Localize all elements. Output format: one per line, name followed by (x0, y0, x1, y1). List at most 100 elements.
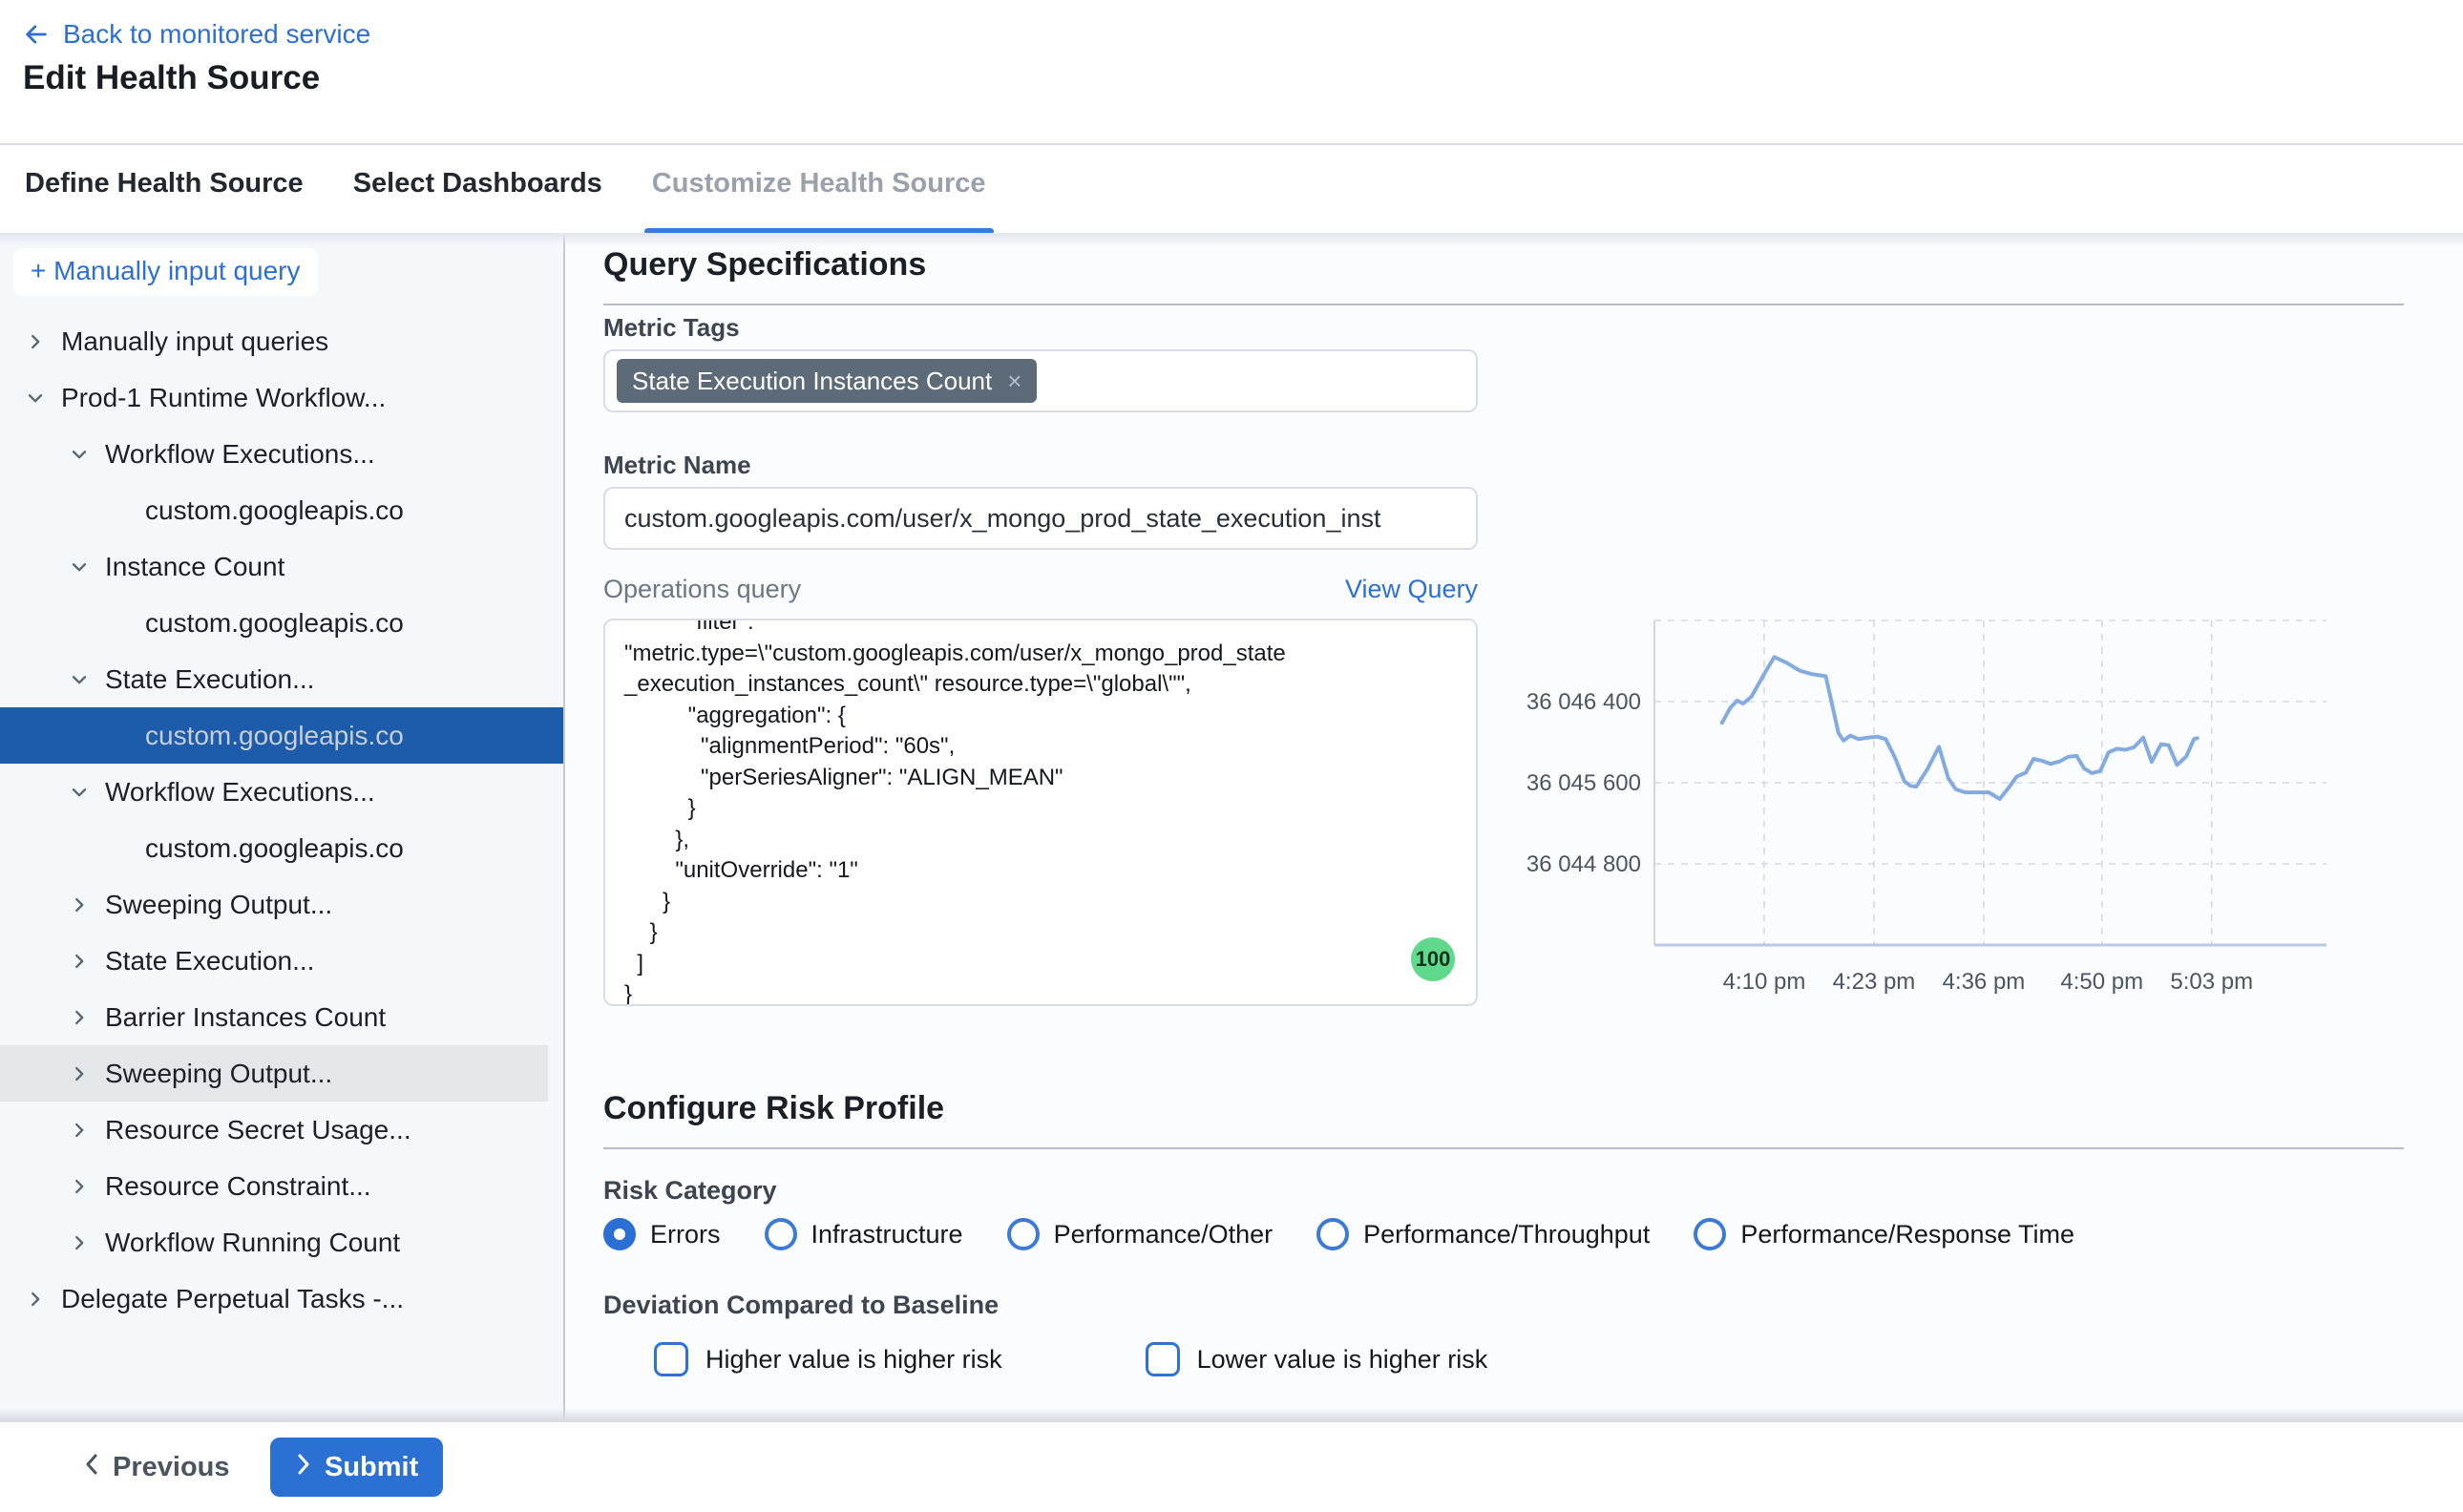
tree-item-label: Resource Secret Usage... (105, 1115, 411, 1145)
wizard-tab-bar: Define Health Source Select Dashboards Cus… (0, 143, 2463, 235)
tree-item-instance-count[interactable]: Instance Count (0, 538, 563, 595)
page-title: Edit Health Source (23, 59, 320, 97)
tree-item-state-execution[interactable]: State Execution... (0, 933, 563, 989)
checkbox-option-lower-value-is-higher-risk[interactable]: Lower value is higher risk (1146, 1342, 1488, 1376)
previous-button[interactable]: Previous (82, 1422, 230, 1512)
metric-preview-chart: 36 046 400 36 045 600 36 044 800 4:10 pm 4:2… (1508, 607, 2368, 1018)
svg-text:36 045 600: 36 045 600 (1526, 770, 1641, 796)
query-tree-sidebar: + Manually input query Manually input qu… (0, 233, 565, 1420)
checkbox-unchecked[interactable] (654, 1342, 688, 1376)
chevron-down-icon[interactable] (69, 444, 90, 465)
tree-item-label: State Execution... (105, 664, 314, 695)
metric-name-input[interactable]: custom.googleapis.com/user/x_mongo_prod_… (603, 487, 1478, 550)
checkbox-unchecked[interactable] (1146, 1342, 1180, 1376)
checkbox-label: Higher value is higher risk (705, 1345, 1002, 1375)
chevron-right-icon[interactable] (69, 1063, 90, 1084)
edit-health-source-page: Back to monitored service Edit Health So… (0, 0, 2463, 1512)
metric-tag-chip-label: State Execution Instances Count (632, 367, 992, 396)
submit-button[interactable]: Submit (270, 1438, 443, 1497)
chevron-right-icon[interactable] (69, 1176, 90, 1197)
chevron-down-icon[interactable] (69, 669, 90, 690)
query-tree: Manually input queries Prod-1 Runtime Wor… (0, 313, 563, 1327)
main-panel: Query Specifications Metric Tags State E… (565, 233, 2463, 1420)
chevron-right-icon[interactable] (69, 951, 90, 972)
chevron-right-icon[interactable] (25, 1289, 46, 1310)
metric-tag-chip: State Execution Instances Count × (617, 359, 1037, 403)
tree-item-sweeping-output[interactable]: Sweeping Output... (0, 1045, 563, 1102)
tree-item-delegate-perpetual-tasks[interactable]: Delegate Perpetual Tasks -... (0, 1270, 563, 1327)
risk-category-label: Risk Category (603, 1176, 777, 1206)
add-manual-query-button[interactable]: + Manually input query (13, 248, 318, 296)
tab-customize-health-source[interactable]: Customize Health Source (652, 168, 986, 200)
radio-label: Errors (650, 1220, 721, 1250)
wizard-footer: Previous Submit (0, 1420, 2463, 1512)
radio-unselected[interactable] (765, 1218, 797, 1250)
operations-query-row: Operations query View Query (603, 575, 1478, 604)
configure-risk-profile-title: Configure Risk Profile (603, 1090, 944, 1127)
tree-item-label: Manually input queries (61, 326, 328, 357)
back-to-monitored-service-link[interactable]: Back to monitored service (23, 19, 370, 50)
tree-item-manually-input-queries[interactable]: Manually input queries (0, 313, 563, 369)
radio-selected[interactable] (603, 1218, 636, 1250)
operations-query-textarea[interactable]: "filter": "metric.type=\"custom.googleap… (603, 619, 1478, 1006)
chevron-left-icon (82, 1452, 101, 1483)
chevron-down-icon[interactable] (69, 556, 90, 578)
chevron-right-icon[interactable] (69, 1232, 90, 1253)
tree-item-workflow-running-count[interactable]: Workflow Running Count (0, 1214, 563, 1270)
radio-option-performance-other[interactable]: Performance/Other (1007, 1218, 1274, 1250)
tree-item-label: Prod-1 Runtime Workflow... (61, 383, 386, 413)
chevron-right-icon[interactable] (69, 894, 90, 915)
tree-item-label: Instance Count (105, 552, 284, 582)
checkbox-label: Lower value is higher risk (1197, 1345, 1488, 1375)
radio-unselected[interactable] (1694, 1218, 1726, 1250)
metric-name-label: Metric Name (603, 451, 751, 480)
tab-define-health-source[interactable]: Define Health Source (25, 168, 304, 200)
tree-item-prod-1-runtime-workflow[interactable]: Prod-1 Runtime Workflow... (0, 369, 563, 426)
tree-item-custom-googleapis-co[interactable]: custom.googleapis.co (0, 820, 563, 876)
radio-option-errors[interactable]: Errors (603, 1218, 721, 1250)
tree-item-label: State Execution... (105, 946, 314, 976)
operations-query-label: Operations query (603, 575, 801, 604)
chevron-right-icon[interactable] (25, 331, 46, 352)
checkbox-option-higher-value-is-higher-risk[interactable]: Higher value is higher risk (654, 1342, 1002, 1376)
radio-unselected[interactable] (1316, 1218, 1349, 1250)
radio-unselected[interactable] (1007, 1218, 1040, 1250)
tree-item-label: custom.googleapis.co (145, 833, 404, 864)
metric-tags-field[interactable]: State Execution Instances Count × (603, 349, 1478, 412)
tree-item-custom-googleapis-co[interactable]: custom.googleapis.co (0, 595, 563, 651)
tree-item-label: Sweeping Output... (105, 1059, 332, 1089)
chevron-down-icon[interactable] (25, 388, 46, 409)
tree-item-state-execution[interactable]: State Execution... (0, 651, 563, 707)
svg-text:36 046 400: 36 046 400 (1526, 689, 1641, 715)
radio-option-infrastructure[interactable]: Infrastructure (765, 1218, 963, 1250)
chip-remove-icon[interactable]: × (1007, 367, 1021, 396)
tree-item-label: Workflow Executions... (105, 439, 375, 470)
tree-item-workflow-executions[interactable]: Workflow Executions... (0, 426, 563, 482)
svg-text:36 044 800: 36 044 800 (1526, 851, 1641, 877)
tree-item-custom-googleapis-co[interactable]: custom.googleapis.co (0, 707, 563, 764)
section-divider (603, 304, 2404, 305)
metric-chart-svg: 36 046 400 36 045 600 36 044 800 4:10 pm 4:2… (1508, 607, 2368, 1018)
tree-item-label: Workflow Running Count (105, 1228, 400, 1258)
assertion-score-badge: 100 (1411, 937, 1455, 981)
chevron-right-icon[interactable] (69, 1007, 90, 1028)
tree-item-sweeping-output[interactable]: Sweeping Output... (0, 876, 563, 933)
content-area: + Manually input query Manually input qu… (0, 233, 2463, 1420)
svg-text:4:23 pm: 4:23 pm (1833, 969, 1916, 995)
tree-item-resource-constraint[interactable]: Resource Constraint... (0, 1158, 563, 1214)
tree-item-barrier-instances-count[interactable]: Barrier Instances Count (0, 989, 563, 1045)
tree-item-workflow-executions[interactable]: Workflow Executions... (0, 764, 563, 820)
view-query-link[interactable]: View Query (1345, 575, 1478, 604)
svg-text:4:10 pm: 4:10 pm (1723, 969, 1806, 995)
deviation-checkbox-group: Higher value is higher risk Lower value i… (654, 1342, 1487, 1376)
back-link-label: Back to monitored service (63, 19, 370, 50)
radio-option-performance-throughput[interactable]: Performance/Throughput (1316, 1218, 1650, 1250)
tree-item-custom-googleapis-co[interactable]: custom.googleapis.co (0, 482, 563, 538)
tree-item-resource-secret-usage[interactable]: Resource Secret Usage... (0, 1102, 563, 1158)
chevron-right-icon[interactable] (69, 1120, 90, 1141)
chevron-down-icon[interactable] (69, 782, 90, 803)
tree-item-label: Delegate Perpetual Tasks -... (61, 1284, 404, 1314)
tree-item-label: Resource Constraint... (105, 1171, 371, 1202)
radio-option-performance-response-time[interactable]: Performance/Response Time (1694, 1218, 2074, 1250)
tab-select-dashboards[interactable]: Select Dashboards (353, 168, 602, 200)
